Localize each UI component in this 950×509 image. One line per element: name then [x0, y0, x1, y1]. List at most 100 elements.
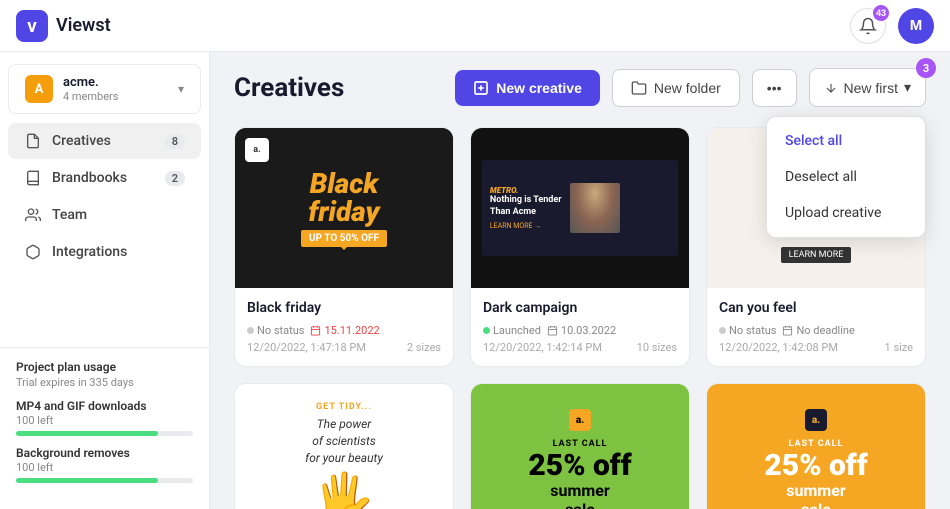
- card-body-can-you-feel: Can you feel No status No deadline: [707, 288, 925, 366]
- sort-badge: 3: [916, 58, 936, 78]
- bg-remove-progress: [16, 478, 193, 483]
- bg-remove-fill: [16, 478, 158, 483]
- sidebar-item-label-integrations: Integrations: [52, 244, 127, 260]
- bg-remove-sub: 100 left: [16, 461, 193, 474]
- bf-title: Blackfriday: [308, 170, 379, 226]
- sidebar-item-label-team: Team: [52, 207, 87, 223]
- workspace-members: 4 members: [63, 90, 168, 103]
- cube-icon: [24, 243, 42, 261]
- workspace-selector[interactable]: A acme. 4 members ▾: [8, 64, 201, 114]
- mp4-gif-progress: [16, 431, 193, 436]
- card-thumbnail-last-call-yellow: a. LAST CALL 25% off summer sale: [707, 384, 925, 509]
- creative-card-last-call-green[interactable]: a. LAST CALL 25% off summer sale Last Ca…: [470, 383, 690, 509]
- more-options-button[interactable]: •••: [752, 69, 797, 107]
- bf-logo: a.: [245, 138, 269, 162]
- notifications-button[interactable]: 43: [850, 8, 886, 44]
- app-logo-icon: V: [16, 10, 48, 42]
- card-title-can-you-feel: Can you feel: [719, 300, 913, 316]
- mp4-gif-sub: 100 left: [16, 414, 193, 427]
- dropdown-upload-creative[interactable]: Upload creative: [767, 195, 925, 231]
- sort-wrapper: New first ▾ 3 Select all Deselect all Up…: [809, 68, 926, 107]
- sidebar: A acme. 4 members ▾ Creatives 8: [0, 52, 210, 509]
- status-dot: [247, 327, 254, 334]
- creative-card-black-friday[interactable]: a. Blackfriday UP TO 50% OFF Black frida…: [234, 127, 454, 367]
- sidebar-item-integrations[interactable]: Integrations: [8, 234, 201, 270]
- brandbooks-badge: 2: [165, 171, 185, 186]
- card-body-dark-campaign: Dark campaign Launched 10.03.2022: [471, 288, 689, 366]
- card-thumbnail-black-friday: a. Blackfriday UP TO 50% OFF: [235, 128, 453, 288]
- header-left: V Viewst: [16, 10, 111, 42]
- card-thumbnail-last-call-green: a. LAST CALL 25% off summer sale: [471, 384, 689, 509]
- chevron-down-icon: ▾: [178, 82, 184, 96]
- sidebar-item-creatives[interactable]: Creatives 8: [8, 123, 201, 159]
- bg-remove-label: Background removes: [16, 446, 193, 460]
- calendar-icon: [547, 325, 558, 336]
- card-title-dark-campaign: Dark campaign: [483, 300, 677, 316]
- dc-inner: METRO. Nothing is TenderThan Acme LEARN …: [482, 160, 678, 256]
- thumb-ss-green: a. LAST CALL 25% off summer sale: [471, 384, 689, 509]
- sort-button[interactable]: New first ▾: [809, 68, 926, 107]
- creative-card-dark-campaign[interactable]: METRO. Nothing is TenderThan Acme LEARN …: [470, 127, 690, 367]
- book-icon: [24, 169, 42, 187]
- date-black-friday: 15.11.2022: [310, 324, 379, 337]
- card-title-black-friday: Black friday: [247, 300, 441, 316]
- sidebar-item-label-brandbooks: Brandbooks: [52, 170, 127, 186]
- card-footer-dark-campaign: 12/20/2022, 1:42:14 PM 10 sizes: [483, 341, 677, 354]
- date-can-you-feel: No deadline: [782, 324, 854, 337]
- sidebar-item-team[interactable]: Team: [8, 197, 201, 233]
- new-creative-button[interactable]: New creative: [455, 70, 600, 106]
- thumb-ss-white: GET TIDY... The powerof scientistsfor yo…: [235, 384, 453, 509]
- team-icon: [24, 206, 42, 224]
- thumb-bf: a. Blackfriday UP TO 50% OFF: [235, 128, 453, 288]
- dc-person: [570, 183, 620, 233]
- card-thumbnail-dark-campaign: METRO. Nothing is TenderThan Acme LEARN …: [471, 128, 689, 288]
- plan-label: Project plan usage: [16, 360, 193, 374]
- main-content: Creatives New creative New folder •••: [210, 52, 950, 509]
- file-icon: [24, 132, 42, 150]
- header-right: 43 M: [850, 8, 934, 44]
- new-creative-icon: [473, 80, 489, 96]
- workspace-info: acme. 4 members: [63, 75, 168, 103]
- date-dark-campaign: 10.03.2022: [547, 324, 616, 337]
- dc-brand-text: METRO. Nothing is TenderThan Acme LEARN …: [490, 186, 562, 230]
- more-dropdown-menu: Select all Deselect all Upload creative: [766, 116, 926, 238]
- creative-card-last-call-yellow[interactable]: a. LAST CALL 25% off summer sale Last Ca…: [706, 383, 926, 509]
- card-body-black-friday: Black friday No status 15.11.2022: [235, 288, 453, 366]
- card-meta-can-you-feel: No status No deadline: [719, 324, 913, 337]
- sidebar-bottom: Project plan usage Trial expires in 335 …: [0, 347, 209, 497]
- card-meta-dark-campaign: Launched 10.03.2022: [483, 324, 677, 337]
- sidebar-item-brandbooks[interactable]: Brandbooks 2: [8, 160, 201, 196]
- card-thumbnail-power-scientists: GET TIDY... The powerof scientistsfor yo…: [235, 384, 453, 509]
- status-dot: [483, 327, 490, 334]
- new-folder-button[interactable]: New folder: [612, 69, 740, 107]
- card-footer-black-friday: 12/20/2022, 1:47:18 PM 2 sizes: [247, 341, 441, 354]
- creative-card-power-scientists[interactable]: GET TIDY... The powerof scientistsfor yo…: [234, 383, 454, 509]
- app-header: V Viewst 43 M: [0, 0, 950, 52]
- dropdown-deselect-all[interactable]: Deselect all: [767, 159, 925, 195]
- calendar-icon: [310, 325, 321, 336]
- mp4-gif-label: MP4 and GIF downloads: [16, 399, 193, 413]
- page-title: Creatives: [234, 73, 443, 103]
- sort-icon: [824, 81, 838, 95]
- sidebar-item-label-creatives: Creatives: [52, 133, 111, 149]
- bell-icon: [859, 17, 877, 35]
- user-avatar-button[interactable]: M: [898, 8, 934, 44]
- folder-icon: [631, 80, 647, 96]
- dropdown-select-all[interactable]: Select all: [767, 123, 925, 159]
- status-badge-can-you-feel: No status: [719, 324, 776, 337]
- card-meta-black-friday: No status 15.11.2022: [247, 324, 441, 337]
- creatives-badge: 8: [165, 134, 185, 149]
- status-dot: [719, 327, 726, 334]
- main-toolbar: Creatives New creative New folder •••: [210, 52, 950, 119]
- svg-text:V: V: [26, 20, 37, 36]
- app-name: Viewst: [56, 15, 111, 36]
- chevron-sort-icon: ▾: [904, 79, 911, 96]
- workspace-avatar: A: [25, 75, 53, 103]
- calendar-icon: [782, 325, 793, 336]
- sidebar-nav: Creatives 8 Brandbooks 2: [0, 122, 209, 271]
- status-badge-dark-campaign: Launched: [483, 324, 541, 337]
- thumb-ss-yellow: a. LAST CALL 25% off summer sale: [707, 384, 925, 509]
- mp4-gif-fill: [16, 431, 158, 436]
- status-badge-black-friday: No status: [247, 324, 304, 337]
- card-footer-can-you-feel: 12/20/2022, 1:42:08 PM 1 size: [719, 341, 913, 354]
